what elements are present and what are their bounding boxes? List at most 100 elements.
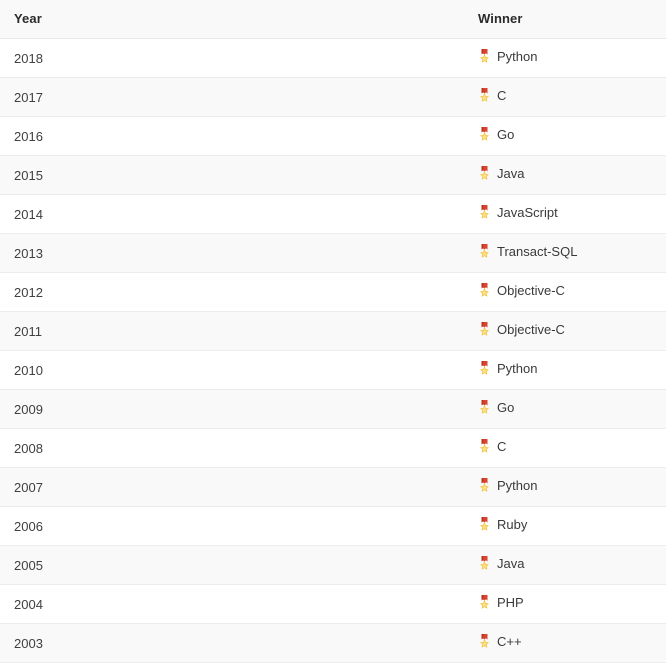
cell-year: 2005 (0, 545, 466, 585)
cell-year: 2008 (0, 428, 466, 468)
table-body: 2018 Python 2017 C 2016 Go 2015 Java 2014 JavaScr… (0, 38, 666, 663)
medal-icon (478, 166, 491, 181)
medal-icon (478, 361, 491, 376)
column-header-winner[interactable]: Winner (466, 0, 666, 39)
winner-label: Python (497, 478, 538, 493)
winner-label: Transact-SQL (497, 244, 578, 259)
winner-content: C (478, 78, 506, 113)
winner-content: Ruby (478, 507, 527, 542)
cell-winner: Python (466, 467, 666, 507)
cell-winner: Go (466, 389, 666, 429)
winners-table: Year Winner 2018 Python 2017 C 2016 Go 2015 Jav… (0, 0, 666, 663)
winner-content: JavaScript (478, 195, 558, 230)
winner-label: Ruby (497, 517, 528, 532)
winner-label: Go (497, 400, 515, 415)
winner-content: C (478, 429, 506, 464)
cell-year: 2003 (0, 623, 466, 663)
winner-label: C (497, 88, 507, 103)
table-row[interactable]: 2008 C (0, 428, 666, 468)
winner-content: Java (478, 156, 524, 191)
table-row[interactable]: 2010 Python (0, 350, 666, 390)
medal-icon (478, 283, 491, 298)
winner-content: PHP (478, 585, 524, 620)
table-row[interactable]: 2015 Java (0, 155, 666, 195)
column-header-year[interactable]: Year (0, 0, 466, 39)
cell-year: 2010 (0, 350, 466, 390)
winner-label: Go (497, 127, 515, 142)
medal-icon (478, 478, 491, 493)
cell-winner: Python (466, 350, 666, 390)
winner-label: PHP (497, 595, 524, 610)
cell-winner: Go (466, 116, 666, 156)
table-row[interactable]: 2005 Java (0, 545, 666, 585)
winner-content: Go (478, 117, 514, 152)
cell-winner: Objective-C (466, 272, 666, 312)
table-row[interactable]: 2011 Objective-C (0, 311, 666, 351)
cell-winner: Java (466, 155, 666, 195)
cell-winner: Transact-SQL (466, 233, 666, 273)
table-header-row: Year Winner (0, 0, 666, 39)
table-row[interactable]: 2012 Objective-C (0, 272, 666, 312)
winner-label: Python (497, 49, 538, 64)
winner-content: Go (478, 390, 514, 425)
table-row[interactable]: 2018 Python (0, 38, 666, 78)
medal-icon (478, 88, 491, 103)
cell-winner: C++ (466, 623, 666, 663)
cell-year: 2018 (0, 38, 466, 78)
cell-year: 2016 (0, 116, 466, 156)
medal-icon (478, 634, 491, 649)
winner-label: C++ (497, 634, 522, 649)
cell-year: 2006 (0, 506, 466, 546)
medal-icon (478, 517, 491, 532)
cell-winner: Python (466, 38, 666, 78)
table-row[interactable]: 2016 Go (0, 116, 666, 156)
cell-winner: C (466, 428, 666, 468)
winner-label: Objective-C (497, 283, 565, 298)
cell-winner: Objective-C (466, 311, 666, 351)
medal-icon (478, 400, 491, 415)
medal-icon (478, 595, 491, 610)
table-row[interactable]: 2014 JavaScript (0, 194, 666, 234)
cell-winner: JavaScript (466, 194, 666, 234)
cell-winner: Java (466, 545, 666, 585)
table-header: Year Winner (0, 0, 666, 39)
winner-content: Python (478, 39, 537, 74)
cell-year: 2007 (0, 467, 466, 507)
cell-year: 2014 (0, 194, 466, 234)
cell-year: 2012 (0, 272, 466, 312)
table-row[interactable]: 2009 Go (0, 389, 666, 429)
winner-content: Transact-SQL (478, 234, 577, 269)
cell-winner: Ruby (466, 506, 666, 546)
winner-label: Java (497, 166, 525, 181)
winner-label: JavaScript (497, 205, 558, 220)
cell-winner: C (466, 77, 666, 117)
medal-icon (478, 244, 491, 259)
table-row[interactable]: 2006 Ruby (0, 506, 666, 546)
winner-content: Python (478, 468, 537, 503)
table-row[interactable]: 2013 Transact-SQL (0, 233, 666, 273)
winner-label: Java (497, 556, 525, 571)
winner-content: Java (478, 546, 524, 581)
cell-year: 2017 (0, 77, 466, 117)
winner-content: Python (478, 351, 537, 386)
medal-icon (478, 439, 491, 454)
medal-icon (478, 322, 491, 337)
cell-year: 2009 (0, 389, 466, 429)
winner-content: C++ (478, 624, 522, 659)
winner-content: Objective-C (478, 273, 565, 308)
medal-icon (478, 127, 491, 142)
cell-year: 2013 (0, 233, 466, 273)
table-row[interactable]: 2017 C (0, 77, 666, 117)
medal-icon (478, 205, 491, 220)
winners-table-container: Year Winner 2018 Python 2017 C 2016 Go 2015 Jav… (0, 0, 666, 663)
table-row[interactable]: 2003 C++ (0, 623, 666, 663)
medal-icon (478, 556, 491, 571)
cell-year: 2015 (0, 155, 466, 195)
cell-year: 2011 (0, 311, 466, 351)
table-row[interactable]: 2007 Python (0, 467, 666, 507)
medal-icon (478, 49, 491, 64)
winner-content: Objective-C (478, 312, 565, 347)
winner-label: C (497, 439, 507, 454)
winner-label: Python (497, 361, 538, 376)
winner-label: Objective-C (497, 322, 565, 337)
